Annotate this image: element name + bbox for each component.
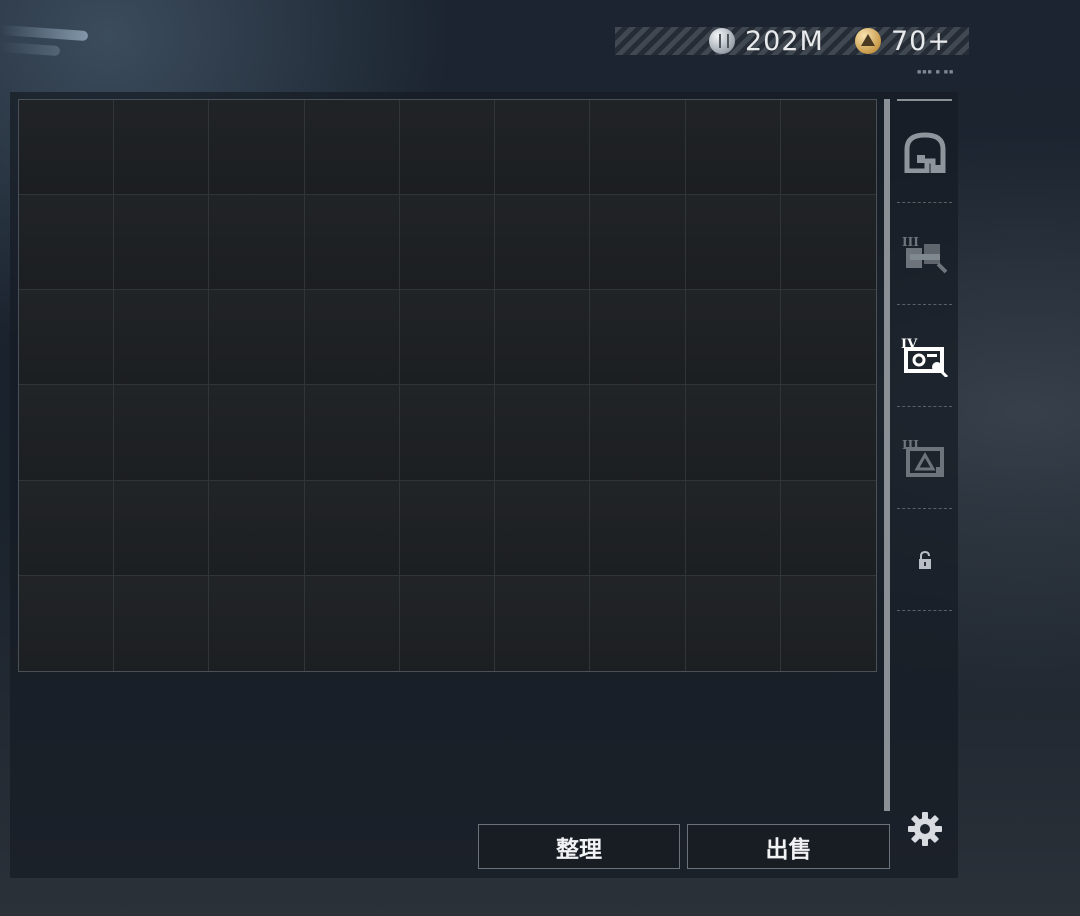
inventory-slot[interactable] xyxy=(780,195,876,291)
inventory-slot[interactable] xyxy=(590,385,686,481)
inventory-slot[interactable] xyxy=(780,575,876,671)
inventory-slot[interactable] xyxy=(780,480,876,576)
inventory-slot[interactable] xyxy=(19,575,115,671)
tab-tier-iii-container[interactable]: III xyxy=(897,407,952,509)
inventory-slot[interactable] xyxy=(780,290,876,386)
inventory-slot[interactable] xyxy=(304,100,400,196)
tab-tier-iv-key-case[interactable]: IV xyxy=(897,305,952,407)
inventory-slot[interactable] xyxy=(495,575,591,671)
settings-button[interactable] xyxy=(905,809,945,849)
sell-button[interactable]: 出售 xyxy=(687,824,890,869)
inventory-slot[interactable] xyxy=(780,100,876,196)
gold-coin-icon xyxy=(855,28,881,54)
inventory-slot[interactable] xyxy=(304,385,400,481)
inventory-slot[interactable] xyxy=(399,480,496,576)
silver-currency: 202M xyxy=(709,25,824,57)
inventory-slot[interactable] xyxy=(304,195,400,291)
inventory-slot[interactable] xyxy=(209,195,305,291)
gold-currency[interactable]: 70+ xyxy=(855,25,951,57)
inventory-slot[interactable] xyxy=(399,100,496,196)
inventory-slot[interactable] xyxy=(19,290,115,386)
inventory-slot[interactable] xyxy=(495,195,591,291)
inventory-grid xyxy=(18,99,877,672)
svg-text:III: III xyxy=(902,235,919,249)
inventory-slot[interactable] xyxy=(590,195,686,291)
background-light-streak xyxy=(0,41,61,57)
inventory-slot[interactable] xyxy=(495,290,591,386)
inventory-slot[interactable] xyxy=(685,480,781,576)
inventory-slot[interactable] xyxy=(209,100,305,196)
inventory-slot[interactable] xyxy=(114,195,210,291)
inventory-slot[interactable] xyxy=(685,385,781,481)
inventory-slot[interactable] xyxy=(495,480,591,576)
inventory-slot[interactable] xyxy=(19,100,115,196)
inventory-slot[interactable] xyxy=(114,480,210,576)
inventory-slot[interactable] xyxy=(590,100,686,196)
inventory-slot[interactable] xyxy=(304,290,400,386)
tier-iv-key-case-icon: IV xyxy=(901,337,948,377)
inventory-slot[interactable] xyxy=(685,195,781,291)
inventory-slot[interactable] xyxy=(209,480,305,576)
inventory-slot[interactable] xyxy=(304,480,400,576)
scrollbar-thumb[interactable] xyxy=(884,99,890,811)
inventory-slot[interactable] xyxy=(685,575,781,671)
gold-currency-value: 70+ xyxy=(891,25,951,57)
silver-currency-value: 202M xyxy=(745,25,824,57)
inventory-slot[interactable] xyxy=(19,385,115,481)
sort-button[interactable]: 整理 xyxy=(478,824,680,869)
header-caption: ■■■ ■ ■■ xyxy=(917,69,955,76)
gear-icon xyxy=(908,812,942,846)
inventory-slot[interactable] xyxy=(304,575,400,671)
inventory-slot[interactable] xyxy=(685,100,781,196)
inventory-scrollbar[interactable] xyxy=(884,99,890,811)
inventory-slot[interactable] xyxy=(590,480,686,576)
inventory-slot[interactable] xyxy=(114,575,210,671)
inventory-slot[interactable] xyxy=(399,195,496,291)
lock-icon xyxy=(918,550,931,569)
tab-backpack[interactable] xyxy=(897,101,952,203)
inventory-slot[interactable] xyxy=(780,385,876,481)
inventory-slot[interactable] xyxy=(19,480,115,576)
tab-locked-slot[interactable] xyxy=(897,509,952,611)
inventory-slot[interactable] xyxy=(399,385,496,481)
inventory-slot[interactable] xyxy=(114,385,210,481)
background-light-streak xyxy=(0,24,89,42)
container-tabs: III IV III xyxy=(897,99,952,611)
inventory-slot[interactable] xyxy=(399,290,496,386)
silver-coin-icon xyxy=(709,28,735,54)
inventory-slot[interactable] xyxy=(209,575,305,671)
inventory-slot[interactable] xyxy=(495,385,591,481)
inventory-slot[interactable] xyxy=(685,290,781,386)
inventory-slot[interactable] xyxy=(399,575,496,671)
inventory-slot[interactable] xyxy=(114,100,210,196)
tier-iii-chest-rig-icon: III xyxy=(902,235,947,273)
tab-tier-iii-chest-rig[interactable]: III xyxy=(897,203,952,305)
inventory-slot[interactable] xyxy=(19,195,115,291)
inventory-slot[interactable] xyxy=(590,575,686,671)
inventory-slot[interactable] xyxy=(209,290,305,386)
inventory-slot[interactable] xyxy=(495,100,591,196)
inventory-slot[interactable] xyxy=(114,290,210,386)
inventory-slot[interactable] xyxy=(209,385,305,481)
inventory-slot[interactable] xyxy=(590,290,686,386)
backpack-icon xyxy=(904,131,945,173)
tier-iii-container-icon: III xyxy=(902,438,944,477)
